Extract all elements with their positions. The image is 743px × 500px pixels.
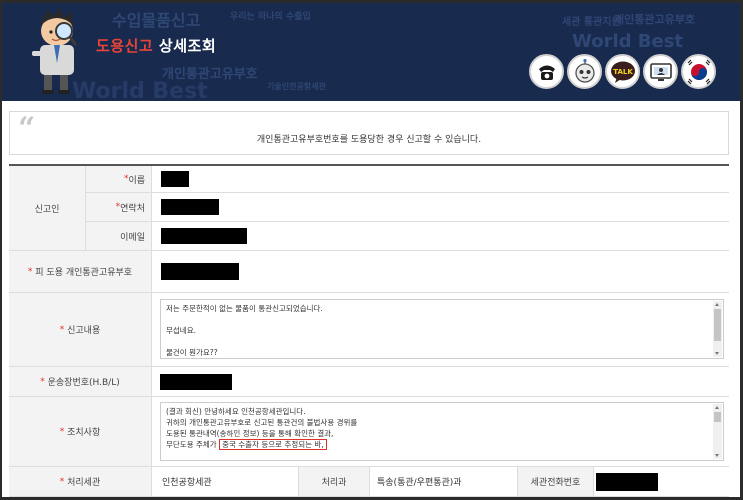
content-label: * 신고내용 <box>9 293 152 366</box>
redacted-victim-code <box>161 263 239 280</box>
content-line: 무섭네요. <box>166 326 196 335</box>
content-line: 저는 주문한적이 없는 물품이 통관신고되었습니다. <box>166 304 323 313</box>
victim-code-value <box>161 251 239 292</box>
redacted-phone <box>596 472 658 491</box>
waybill-value <box>160 367 232 396</box>
action-line: (결과 회신) 안녕하세요 인천공항세관입니다. <box>166 407 306 416</box>
header-watermark: 수입물품신고 <box>112 11 201 30</box>
name-label: * 이름 <box>86 166 152 192</box>
report-detail-table: 신고인 * 이름 * 연락처 이메일 * 피 도용 개인통관고유부호 * 신고내… <box>9 164 729 497</box>
monitor-icon[interactable] <box>643 54 678 89</box>
required-mark: * <box>59 476 65 487</box>
scroll-up-icon[interactable] <box>715 406 719 409</box>
chatbot-icon[interactable] <box>567 54 602 89</box>
email-label: 이메일 <box>86 222 152 250</box>
email-value <box>161 222 247 250</box>
dept-label-text: 처리과 <box>321 478 347 488</box>
page-header: 수입물품신고 우리는 하나의 수출입 개인통관고유부호 World Best 기… <box>2 3 740 101</box>
action-line: 도용된 통관내역(송하인 정보) 등을 통해 확인한 결과, <box>166 429 334 438</box>
phone-value <box>596 467 658 496</box>
name-row: * 이름 <box>86 166 729 193</box>
reporter-group-label-text: 신고인 <box>34 204 60 215</box>
redacted-email <box>161 228 247 244</box>
notice-text: 개인통관고유부호번호를 도용당한 경우 신고할 수 있습니다. <box>256 135 482 145</box>
action-line: 귀하의 개인통관고유부호로 신고된 통관건의 불법사용 경위를 <box>166 418 358 427</box>
victim-code-row: * 피 도용 개인통관고유부호 <box>9 251 729 293</box>
required-mark: * <box>27 266 33 277</box>
action-label: * 조치사항 <box>9 397 152 466</box>
action-label-text: 조치사항 <box>67 428 101 438</box>
action-line-prefix: 무단도용 주체가 <box>166 440 220 449</box>
scroll-thumb[interactable] <box>714 309 721 341</box>
header-watermark: 기술인천공항세관 <box>267 82 326 91</box>
redacted-contact <box>161 199 219 215</box>
contact-value <box>161 193 219 221</box>
page-title: 도용신고 상세조회 <box>96 35 216 56</box>
mascot-character <box>28 7 84 95</box>
header-watermark: World Best <box>72 79 208 101</box>
header-watermark: 개인통관고유부호 <box>614 13 695 26</box>
header-watermark: 우리는 하나의 수출입 <box>230 12 311 22</box>
content-row: * 신고내용 저는 주문한적이 없는 물품이 통관신고되었습니다. 무섭네요. … <box>9 293 729 367</box>
contact-label-text: 연락처 <box>120 203 145 214</box>
kakaotalk-icon[interactable]: TALK <box>605 54 640 89</box>
content-line <box>166 314 709 325</box>
scroll-up-icon[interactable] <box>715 303 719 306</box>
dept-value: 특송(통관/우편통관)과 <box>377 478 462 488</box>
victim-code-label: * 피 도용 개인통관고유부호 <box>9 251 152 292</box>
dept-label: 처리과 <box>298 467 370 496</box>
name-value <box>161 166 189 192</box>
name-label-text: 이름 <box>128 175 145 186</box>
scroll-down-icon[interactable] <box>715 454 719 457</box>
redacted-waybill <box>160 373 232 390</box>
scroll-down-icon[interactable] <box>715 352 719 355</box>
office-label-text: 처리세관 <box>67 478 101 488</box>
content-label-text: 신고내용 <box>67 326 101 336</box>
contact-label: * 연락처 <box>86 193 152 221</box>
header-icon-bar: TALK <box>529 54 716 89</box>
page-title-rest: 상세조회 <box>153 37 217 55</box>
email-label-text: 이메일 <box>120 232 145 243</box>
scroll-thumb[interactable] <box>714 412 721 422</box>
content-line: 물건이 뭔가요?? <box>166 348 218 357</box>
contact-row: * 연락처 <box>86 193 729 222</box>
waybill-label: * 운송장번호(H.B/L) <box>9 367 152 396</box>
header-watermark: World Best <box>572 31 684 52</box>
notice-box: “ 개인통관고유부호번호를 도용당한 경우 신고할 수 있습니다. <box>9 111 729 155</box>
email-row: 이메일 <box>86 222 729 251</box>
office-row: * 처리세관 인천공항세관 처리과 특송(통관/우편통관)과 세관전화번호 <box>9 467 729 497</box>
page-frame: 수입물품신고 우리는 하나의 수출입 개인통관고유부호 World Best 기… <box>2 3 740 497</box>
office-label: * 처리세관 <box>9 467 152 496</box>
page-title-accent: 도용신고 <box>96 37 154 55</box>
required-mark: * <box>59 324 65 335</box>
phone-label: 세관전화번호 <box>517 467 594 496</box>
phone-icon[interactable] <box>529 54 564 89</box>
content-line <box>166 336 709 347</box>
action-scrollbar[interactable] <box>713 404 722 459</box>
korea-emblem-icon[interactable] <box>681 54 716 89</box>
action-row: * 조치사항 (결과 회신) 안녕하세요 인천공항세관입니다. 귀하의 개인통관… <box>9 397 729 467</box>
waybill-label-text: 운송장번호(H.B/L) <box>47 378 120 388</box>
victim-code-label-text: 피 도용 개인통관고유부호 <box>35 268 133 278</box>
report-content-textarea[interactable]: 저는 주문한적이 없는 물품이 통관신고되었습니다. 무섭네요. 물건이 뭔가요… <box>160 299 724 359</box>
kakaotalk-label: TALK <box>613 68 633 76</box>
content-scrollbar[interactable] <box>713 301 722 357</box>
required-mark: * <box>59 426 65 437</box>
phone-label-text: 세관전화번호 <box>530 478 581 488</box>
waybill-row: * 운송장번호(H.B/L) <box>9 367 729 397</box>
reporter-group-label: 신고인 <box>9 166 86 251</box>
action-line-highlighted: 무단도용 주체가 중국 수출자 등으로 추정되는 바, <box>166 439 709 450</box>
action-textarea[interactable]: (결과 회신) 안녕하세요 인천공항세관입니다. 귀하의 개인통관고유부호로 신… <box>160 402 724 461</box>
redacted-name <box>161 171 189 187</box>
header-watermark: 세관 통관지원 <box>562 17 621 28</box>
required-mark: * <box>40 376 45 387</box>
office-value: 인천공항세관 <box>162 478 212 488</box>
action-highlight: 중국 수출자 등으로 추정되는 바, <box>219 439 327 450</box>
